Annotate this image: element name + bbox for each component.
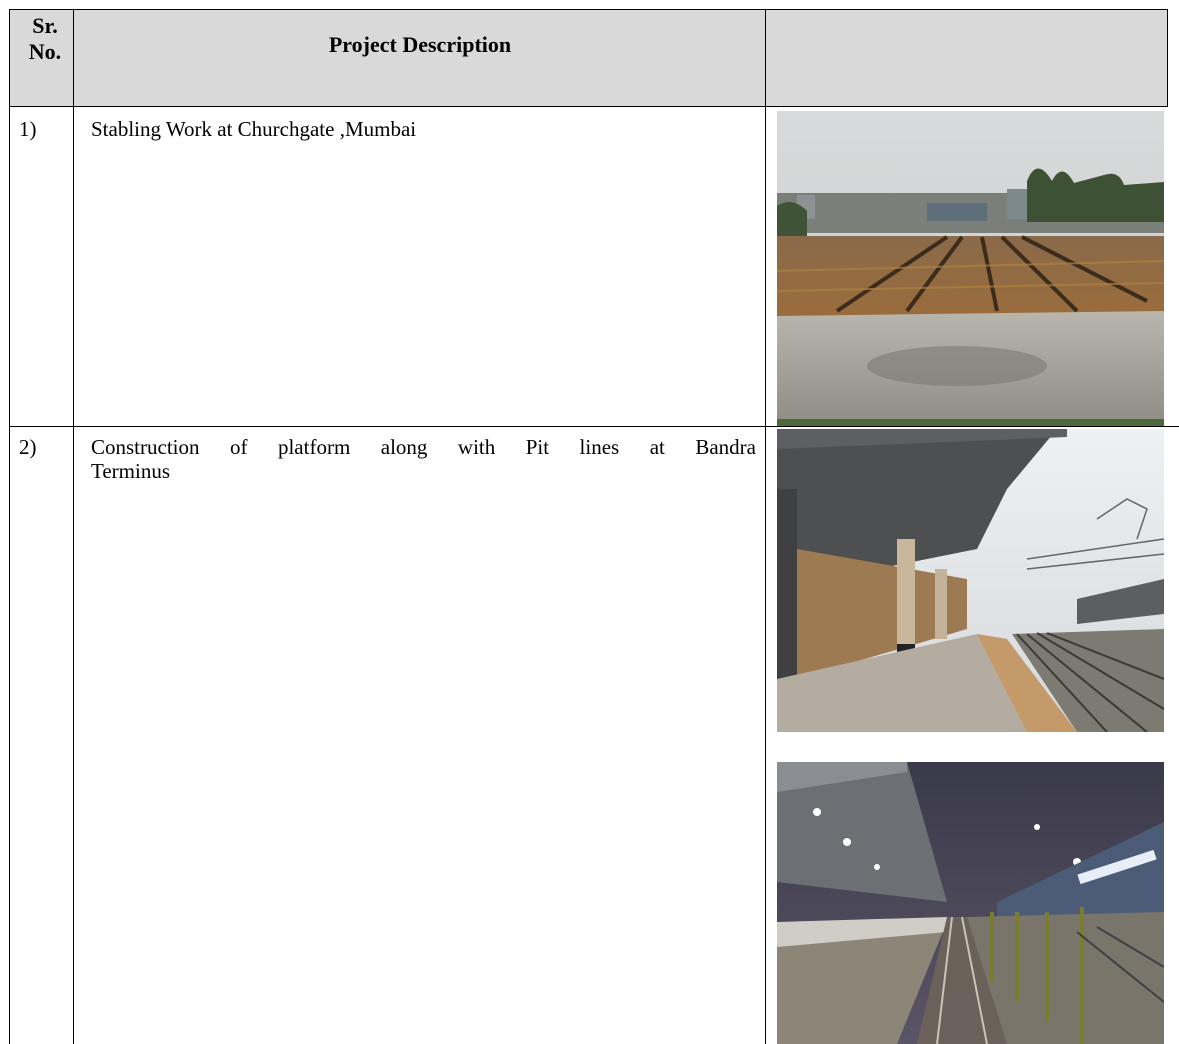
grid-col2-divider xyxy=(765,9,766,1044)
header-project-description: Project Description xyxy=(328,32,512,57)
grid-top-border xyxy=(9,9,1168,10)
row-2-description-line1: Construction of platform along with Pit … xyxy=(91,435,756,459)
photo-construction-stabling-yard xyxy=(777,111,1164,427)
row-1-description: Stabling Work at Churchgate ,Mumbai xyxy=(91,117,417,141)
photo-platform-night xyxy=(777,762,1164,1044)
header-sr-no: Sr. No. xyxy=(17,13,73,65)
photo-platform-daytime xyxy=(777,429,1164,732)
row-2-sr: 2) xyxy=(19,435,37,459)
projects-table: Sr. No. Project Description 1) Stabling … xyxy=(9,9,1179,1044)
header-no-line2: No. xyxy=(28,39,62,64)
grid-header-bottom xyxy=(9,106,1168,107)
row-1-sr: 1) xyxy=(19,117,37,141)
table-header-row xyxy=(9,9,1168,107)
grid-row1-bottom xyxy=(9,426,1179,427)
grid-col1-divider xyxy=(73,9,74,1044)
row-2-description: Construction of platform along with Pit … xyxy=(91,435,756,483)
row-2-description-line2: Terminus xyxy=(91,459,171,483)
grid-left-border xyxy=(9,9,10,1044)
grid-right-border xyxy=(1167,9,1168,107)
header-sr-line1: Sr. xyxy=(32,13,58,38)
